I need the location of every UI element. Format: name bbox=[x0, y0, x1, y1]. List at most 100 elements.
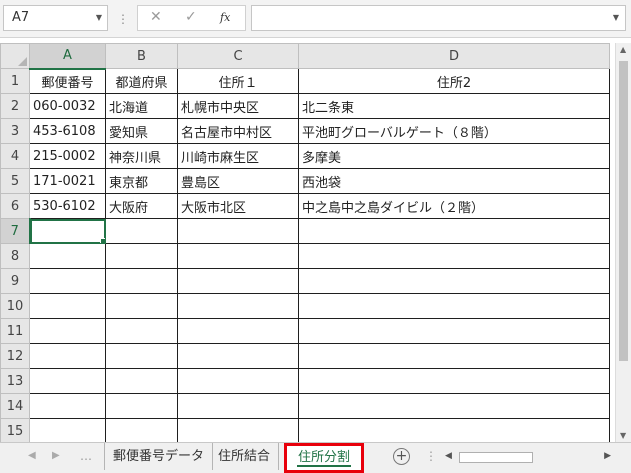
cell[interactable] bbox=[177, 243, 299, 269]
cell[interactable] bbox=[177, 343, 299, 369]
row-header[interactable]: 11 bbox=[0, 318, 30, 344]
cell[interactable] bbox=[105, 368, 178, 394]
chevron-down-icon[interactable]: ▼ bbox=[96, 6, 102, 30]
cell[interactable] bbox=[105, 393, 178, 419]
cell[interactable] bbox=[298, 268, 610, 294]
cell[interactable] bbox=[105, 418, 178, 442]
cell[interactable]: 札幌市中央区 bbox=[177, 93, 299, 119]
cell[interactable]: 名古屋市中村区 bbox=[177, 118, 299, 144]
cell[interactable] bbox=[298, 368, 610, 394]
cell[interactable]: 住所１ bbox=[177, 68, 299, 94]
cell[interactable]: 愛知県 bbox=[105, 118, 178, 144]
cell[interactable] bbox=[29, 393, 106, 419]
cell[interactable] bbox=[29, 243, 106, 269]
cell[interactable] bbox=[105, 268, 178, 294]
cell[interactable] bbox=[177, 293, 299, 319]
row-header[interactable]: 8 bbox=[0, 243, 30, 269]
row-header[interactable]: 14 bbox=[0, 393, 30, 419]
row-header[interactable]: 7 bbox=[0, 218, 31, 244]
cell[interactable]: 大阪市北区 bbox=[177, 193, 299, 219]
column-header-a[interactable]: A bbox=[29, 43, 106, 70]
cell[interactable] bbox=[105, 343, 178, 369]
cell[interactable]: 郵便番号 bbox=[29, 68, 106, 94]
cell[interactable]: 北海道 bbox=[105, 93, 178, 119]
scroll-down-icon[interactable]: ▼ bbox=[620, 431, 626, 440]
cell[interactable]: 多摩美 bbox=[298, 143, 610, 169]
row-header[interactable]: 9 bbox=[0, 268, 30, 294]
cell[interactable] bbox=[177, 218, 299, 244]
vertical-scrollbar[interactable]: ▲ ▼ bbox=[615, 43, 631, 442]
column-header-c[interactable]: C bbox=[177, 43, 299, 69]
name-box[interactable]: A7 ▼ bbox=[3, 5, 108, 31]
more-sheets-icon[interactable]: … bbox=[80, 449, 92, 463]
scroll-left-icon[interactable]: ◀ bbox=[445, 451, 452, 461]
row-header[interactable]: 3 bbox=[0, 118, 30, 144]
cell[interactable] bbox=[29, 293, 106, 319]
cell[interactable]: 453-6108 bbox=[29, 118, 106, 144]
row-header[interactable]: 4 bbox=[0, 143, 30, 169]
row-header[interactable]: 5 bbox=[0, 168, 30, 194]
column-header-d[interactable]: D bbox=[298, 43, 610, 69]
active-cell[interactable] bbox=[29, 218, 106, 244]
prev-sheet-icon[interactable]: ◀ bbox=[28, 450, 36, 461]
cell[interactable]: 北二条東 bbox=[298, 93, 610, 119]
cell[interactable] bbox=[105, 293, 178, 319]
sheet-tab[interactable]: 住所結合 bbox=[210, 443, 280, 470]
cell[interactable]: 都道府県 bbox=[105, 68, 178, 94]
drag-handle-icon[interactable]: ⋮ bbox=[117, 9, 129, 29]
cell[interactable]: 大阪府 bbox=[105, 193, 178, 219]
cell[interactable]: 豊島区 bbox=[177, 168, 299, 194]
cell[interactable]: 530-6102 bbox=[29, 193, 106, 219]
add-sheet-icon[interactable]: + bbox=[393, 448, 410, 465]
cell[interactable]: 住所2 bbox=[298, 68, 610, 94]
row-header[interactable]: 13 bbox=[0, 368, 30, 394]
cell[interactable]: 西池袋 bbox=[298, 168, 610, 194]
cell[interactable] bbox=[298, 218, 610, 244]
insert-function-icon[interactable]: fx bbox=[220, 11, 230, 24]
cell[interactable] bbox=[177, 268, 299, 294]
next-sheet-icon[interactable]: ▶ bbox=[52, 450, 60, 461]
cancel-icon[interactable]: ✕ bbox=[150, 9, 162, 25]
fill-handle[interactable] bbox=[100, 238, 105, 243]
cell[interactable] bbox=[29, 368, 106, 394]
cell[interactable] bbox=[298, 293, 610, 319]
cell[interactable]: 東京都 bbox=[105, 168, 178, 194]
cell[interactable] bbox=[298, 393, 610, 419]
horizontal-scrollbar[interactable]: ◀ ▶ bbox=[443, 450, 613, 465]
vertical-scroll-thumb[interactable] bbox=[619, 61, 628, 361]
formula-input[interactable]: ▼ bbox=[251, 5, 626, 31]
scroll-right-icon[interactable]: ▶ bbox=[604, 451, 611, 461]
row-header[interactable]: 6 bbox=[0, 193, 30, 219]
cell[interactable] bbox=[105, 318, 178, 344]
row-header[interactable]: 2 bbox=[0, 93, 30, 119]
cell[interactable]: 平池町グローバルゲート（８階） bbox=[298, 118, 610, 144]
check-icon[interactable]: ✓ bbox=[185, 9, 197, 25]
row-header[interactable]: 10 bbox=[0, 293, 30, 319]
cell[interactable] bbox=[29, 268, 106, 294]
cell[interactable] bbox=[298, 243, 610, 269]
cell[interactable] bbox=[177, 393, 299, 419]
cell[interactable] bbox=[29, 343, 106, 369]
row-header[interactable]: 12 bbox=[0, 343, 30, 369]
column-header-b[interactable]: B bbox=[105, 43, 178, 69]
cell[interactable] bbox=[105, 243, 178, 269]
horizontal-scroll-thumb[interactable] bbox=[459, 452, 533, 463]
row-header[interactable]: 15 bbox=[0, 418, 30, 442]
cell[interactable] bbox=[177, 368, 299, 394]
scroll-up-icon[interactable]: ▲ bbox=[620, 45, 626, 54]
cell[interactable]: 215-0002 bbox=[29, 143, 106, 169]
cell[interactable] bbox=[298, 418, 610, 442]
cell[interactable]: 神奈川県 bbox=[105, 143, 178, 169]
cell[interactable] bbox=[298, 343, 610, 369]
select-all-button[interactable] bbox=[0, 43, 30, 69]
cell[interactable] bbox=[105, 218, 178, 244]
row-header[interactable]: 1 bbox=[0, 68, 30, 94]
cell[interactable] bbox=[29, 418, 106, 442]
splitter-icon[interactable]: ⋮ bbox=[425, 449, 437, 463]
cell[interactable] bbox=[29, 318, 106, 344]
sheet-tab-active[interactable]: 住所分割 bbox=[284, 443, 364, 473]
sheet-tab[interactable]: 郵便番号データ bbox=[104, 443, 214, 470]
cell[interactable] bbox=[298, 318, 610, 344]
cell[interactable]: 060-0032 bbox=[29, 93, 106, 119]
cell[interactable]: 171-0021 bbox=[29, 168, 106, 194]
